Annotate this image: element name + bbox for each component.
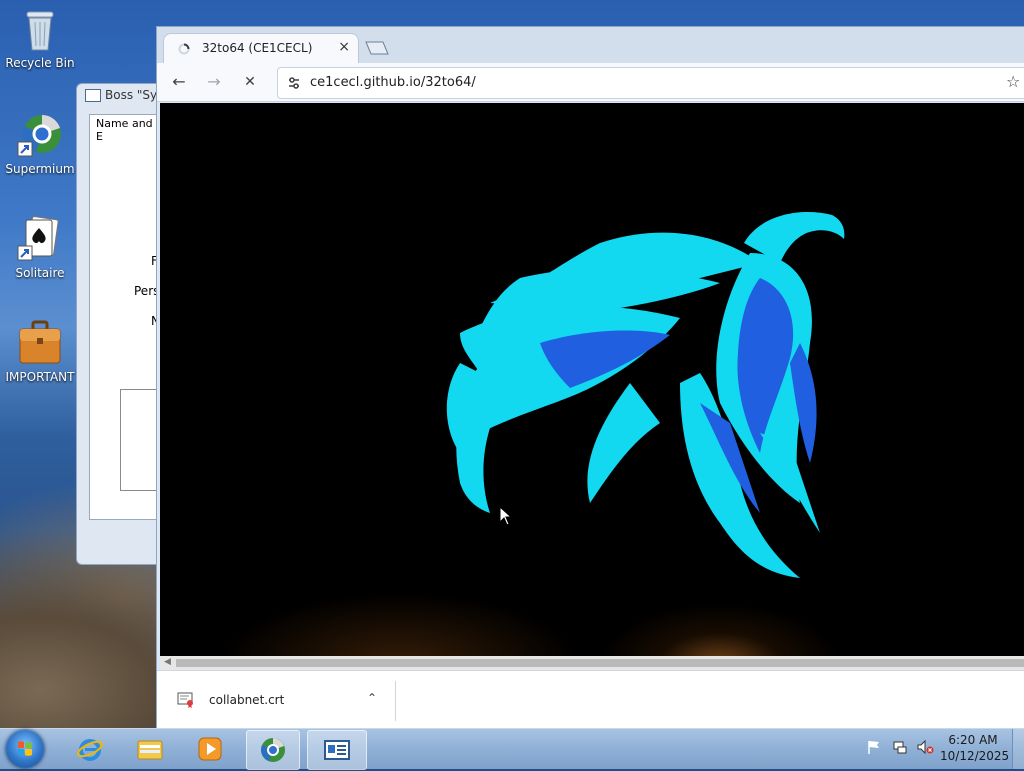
page-viewport[interactable] [160,103,1024,656]
window-app-icon [85,89,101,102]
tab-32to64[interactable]: 32to64 (CE1CECL) × [163,33,359,64]
new-tab-button[interactable] [365,41,389,55]
download-separator [395,681,396,721]
url-text: ce1cecl.github.io/32to64/ [310,75,476,90]
taskbar-media-player[interactable] [184,730,236,768]
stop-loading-button[interactable]: ✕ [240,72,260,92]
clock-date: 10/12/2025 [940,749,1010,763]
download-filename: collabnet.crt [209,693,285,707]
forward-button[interactable]: → [204,72,224,92]
network-icon[interactable] [892,739,908,759]
tab-strip: 32to64 (CE1CECL) × [157,27,1024,64]
windows-logo-icon [18,741,32,756]
site-settings-icon[interactable] [286,75,302,91]
solitaire-icon [16,216,64,264]
address-bar[interactable]: ce1cecl.github.io/32to64/ ☆ [277,67,1024,99]
start-button[interactable] [6,730,44,768]
desktop-icon-solitaire[interactable]: Solitaire [0,216,80,280]
desktop-icon-label: Recycle Bin [5,56,75,70]
internet-explorer-icon [76,735,104,763]
horizontal-scrollbar[interactable]: ◀ [160,656,1024,670]
scrollbar-thumb[interactable] [176,659,1024,667]
media-player-icon [196,735,224,763]
downloads-bar: collabnet.crt ⌃ [157,670,1024,730]
taskbar-boss-app[interactable] [307,730,367,770]
back-button[interactable]: ← [169,72,189,92]
file-explorer-icon [136,735,164,763]
desktop-icon-supermium[interactable]: Supermium [0,112,80,176]
desktop-icon-recycle-bin[interactable]: Recycle Bin [0,6,80,70]
show-desktop-button[interactable] [1012,729,1024,769]
supermium-icon [259,736,287,764]
briefcase-icon [16,320,64,368]
certificate-file-icon [177,691,195,709]
action-center-flag-icon[interactable] [866,739,882,759]
clock-time: 6:20 AM [948,733,998,747]
download-options-chevron-icon[interactable]: ⌃ [367,691,377,705]
tab-close-button[interactable]: × [338,39,350,55]
system-clock[interactable]: 6:20 AM 10/12/2025 [940,732,1010,764]
desktop-icon-label: Solitaire [15,266,65,280]
loading-spinner-icon [178,43,190,55]
mouse-cursor-icon [499,506,513,526]
bookmark-star-icon[interactable]: ☆ [1006,72,1020,91]
panel-header: Name and E [96,117,153,143]
desktop-icon-important[interactable]: IMPORTANT [0,320,80,384]
recycle-bin-icon [16,6,64,54]
tab-title: 32to64 (CE1CECL) [202,41,313,55]
browser-window[interactable]: 32to64 (CE1CECL) × ← → ✕ ce1cecl.github.… [156,26,1024,730]
taskbar: 6:20 AM 10/12/2025 [0,728,1024,770]
desktop-icon-label: IMPORTANT [5,370,75,384]
taskbar-internet-explorer[interactable] [64,730,116,768]
desktop-icon-label: Supermium [5,162,75,176]
boss-window-title: Boss "Sys [105,88,164,102]
scroll-left-arrow-icon[interactable]: ◀ [164,657,171,667]
taskbar-supermium[interactable] [246,730,300,770]
phoenix-logo [446,212,845,578]
browser-toolbar: ← → ✕ ce1cecl.github.io/32to64/ ☆ [157,63,1024,102]
volume-muted-icon[interactable] [916,739,934,759]
supermium-icon [16,112,64,160]
boss-app-icon [323,736,351,764]
taskbar-file-explorer[interactable] [124,730,176,768]
